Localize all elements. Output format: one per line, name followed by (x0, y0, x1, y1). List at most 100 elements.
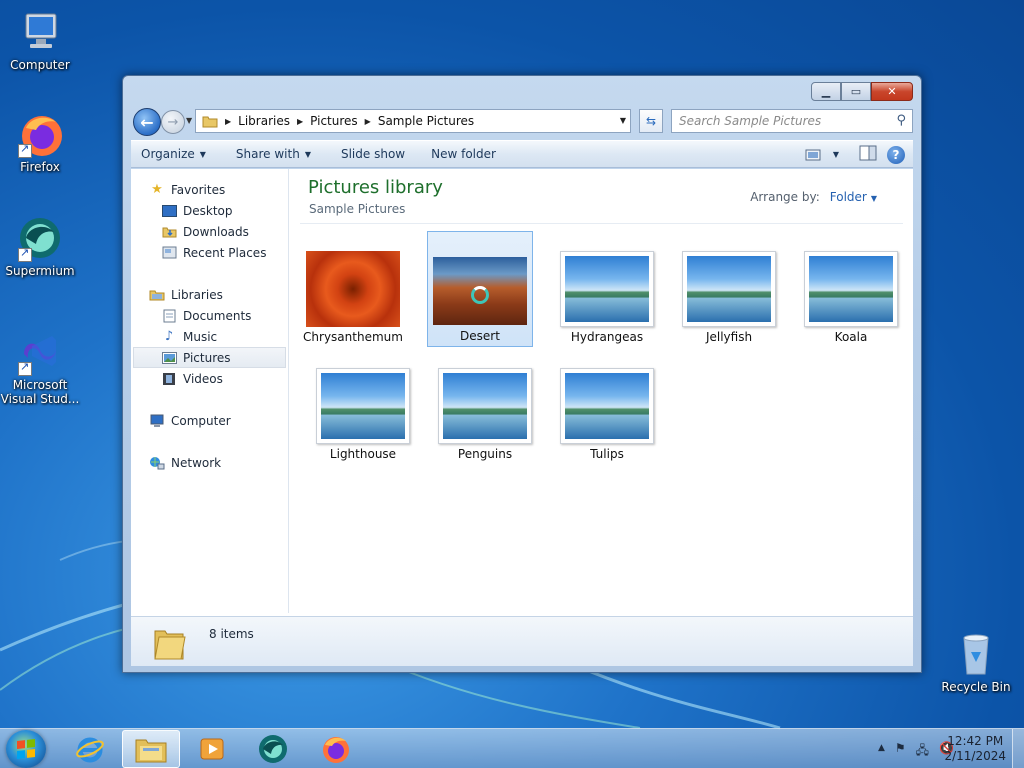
desktop-icon-label: Firefox (20, 160, 60, 174)
slide-show-button[interactable]: Slide show (332, 147, 414, 161)
minimize-button[interactable]: ▁ (811, 82, 841, 101)
supermium-icon (259, 735, 287, 763)
nav-item-pictures[interactable]: Pictures (133, 347, 286, 368)
file-item-jellyfish[interactable]: Jellyfish (676, 231, 782, 347)
navigation-pane[interactable]: ★ Favorites Desktop Downloads Recent Pla… (131, 169, 289, 613)
nav-item-downloads[interactable]: Downloads (131, 221, 288, 242)
search-icon[interactable]: ⚲ (896, 113, 906, 128)
close-icon: ✕ (887, 85, 897, 98)
nav-item-label: Documents (183, 308, 252, 323)
nav-item-computer[interactable]: Computer (131, 410, 288, 431)
nav-item-label: Music (183, 329, 218, 344)
show-desktop-button[interactable] (1012, 729, 1024, 768)
desktop-icon-recycle-bin[interactable]: Recycle Bin (936, 630, 1016, 694)
action-center-flag-icon[interactable]: ⚑ (895, 741, 906, 762)
placeholder-image-icon (565, 256, 649, 322)
new-folder-label: New folder (431, 147, 496, 161)
desktop-icon-visual-studio[interactable]: Microsoft Visual Stud... (0, 328, 80, 406)
explorer-body: ★ Favorites Desktop Downloads Recent Pla… (131, 169, 913, 666)
nav-item-recent-places[interactable]: Recent Places (131, 242, 288, 263)
file-item-lighthouse[interactable]: Lighthouse (310, 348, 416, 464)
taskbar: ▲ ⚑ 🖧 🔇 12:42 PM 2/11/2024 (0, 728, 1024, 768)
breadcrumb-separator-icon[interactable]: ▶ (225, 117, 231, 126)
loading-spinner-icon (471, 286, 489, 304)
file-item-penguins[interactable]: Penguins (432, 348, 538, 464)
breadcrumb-sample-pictures[interactable]: Sample Pictures (378, 114, 474, 128)
supermium-icon (16, 214, 64, 262)
library-title: Pictures library (308, 177, 443, 198)
nav-item-network[interactable]: Network (131, 452, 288, 473)
preview-pane-icon (859, 145, 877, 161)
arrange-by-dropdown[interactable]: Folder (830, 190, 867, 204)
desktop-icon-label: Computer (10, 58, 70, 72)
search-input[interactable]: Search Sample Pictures ⚲ (671, 109, 913, 133)
windows-explorer-icon (135, 739, 167, 763)
file-name: Penguins (457, 447, 513, 461)
share-with-label: Share with (235, 147, 300, 161)
file-item-koala[interactable]: Koala (798, 231, 904, 347)
explorer-window[interactable]: ▁ ▭ ✕ ← → ▼ ▶ Libraries ▶ Pictures ▶ Sam… (122, 75, 922, 673)
show-hidden-icons-icon[interactable]: ▲ (878, 743, 885, 762)
taskbar-firefox[interactable] (306, 730, 364, 768)
refresh-button[interactable]: ⇆ (639, 109, 663, 133)
navigation-row: ← → ▼ ▶ Libraries ▶ Pictures ▶ Sample Pi… (131, 106, 913, 136)
preview-pane-button[interactable] (859, 145, 877, 164)
file-item-chrysanthemum[interactable]: Chrysanthemum (300, 231, 406, 347)
thumbnail-frame (560, 368, 654, 444)
taskbar-internet-explorer[interactable] (61, 730, 119, 768)
nav-item-documents[interactable]: Documents (131, 305, 288, 326)
details-pane: 8 items (131, 616, 913, 666)
breadcrumb-libraries[interactable]: Libraries (238, 114, 290, 128)
file-item-desert[interactable]: Desert (427, 231, 533, 347)
desktop-icon-firefox[interactable]: Firefox (0, 110, 80, 174)
back-button[interactable]: ← (133, 108, 161, 136)
view-icon (805, 149, 821, 160)
breadcrumb-pictures[interactable]: Pictures (310, 114, 358, 128)
help-button[interactable]: ? (887, 145, 905, 164)
nav-item-label: Computer (171, 413, 231, 428)
desktop-icon-computer[interactable]: Computer (0, 8, 80, 72)
firefox-icon (323, 737, 349, 763)
organize-label: Organize (141, 147, 195, 161)
file-item-hydrangeas[interactable]: Hydrangeas (554, 231, 660, 347)
chevron-down-icon: ▼ (304, 149, 311, 159)
desert-thumbnail (433, 257, 527, 325)
computer-icon (149, 413, 165, 429)
recycle-bin-icon (952, 630, 1000, 678)
breadcrumb-separator-icon[interactable]: ▶ (297, 117, 303, 126)
taskbar-supermium[interactable] (244, 730, 302, 768)
forward-button[interactable]: → (161, 110, 185, 134)
breadcrumb-separator-icon[interactable]: ▶ (365, 117, 371, 126)
nav-item-music[interactable]: ♪ Music (131, 326, 288, 347)
nav-item-label: Libraries (171, 287, 223, 302)
close-button[interactable]: ✕ (871, 82, 913, 101)
nav-item-videos[interactable]: Videos (131, 368, 288, 389)
chevron-down-icon[interactable]: ▼ (871, 194, 877, 203)
start-button[interactable] (6, 730, 46, 768)
nav-item-desktop[interactable]: Desktop (131, 200, 288, 221)
network-status-icon[interactable]: 🖧 (916, 741, 929, 762)
maximize-button[interactable]: ▭ (841, 82, 871, 101)
system-clock[interactable]: 12:42 PM 2/11/2024 (944, 734, 1006, 764)
recent-pages-dropdown-icon[interactable]: ▼ (186, 116, 192, 125)
address-dropdown-icon[interactable]: ▼ (620, 116, 626, 125)
taskbar-media-player[interactable] (183, 730, 241, 768)
new-folder-button[interactable]: New folder (422, 147, 505, 161)
file-list[interactable]: Pictures library Sample Pictures Arrange… (290, 169, 913, 613)
desktop-icon-supermium[interactable]: Supermium (0, 214, 80, 278)
desktop-icon-label: Recycle Bin (941, 680, 1011, 694)
refresh-icon: ⇆ (645, 114, 657, 128)
thumbnail-frame (438, 368, 532, 444)
organize-button[interactable]: Organize ▼ (131, 147, 215, 161)
recent-places-icon (161, 245, 177, 261)
nav-item-favorites[interactable]: ★ Favorites (131, 179, 288, 200)
placeholder-image-icon (809, 256, 893, 322)
clock-date: 2/11/2024 (944, 749, 1006, 763)
change-view-button[interactable]: ▼ (805, 149, 839, 161)
address-bar[interactable]: ▶ Libraries ▶ Pictures ▶ Sample Pictures… (195, 109, 631, 133)
file-item-tulips[interactable]: Tulips (554, 348, 660, 464)
nav-item-libraries[interactable]: Libraries (131, 284, 288, 305)
taskbar-windows-explorer[interactable] (122, 730, 180, 768)
share-with-button[interactable]: Share with ▼ (227, 147, 320, 161)
music-note-icon: ♪ (164, 329, 174, 344)
